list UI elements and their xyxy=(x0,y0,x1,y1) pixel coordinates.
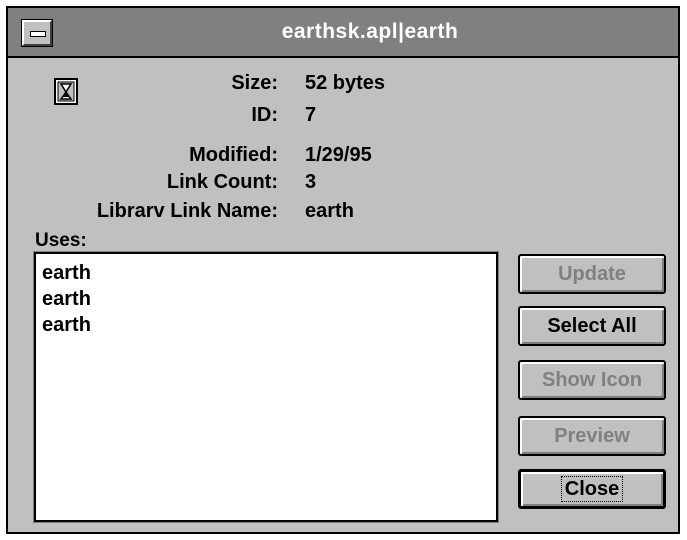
modified-label: Modified: xyxy=(189,144,278,166)
size-label: Size: xyxy=(231,72,278,94)
uses-label: Uses: xyxy=(35,230,87,251)
minus-icon xyxy=(30,31,46,37)
modified-value: 1/29/95 xyxy=(305,144,372,166)
id-value: 7 xyxy=(305,104,317,126)
list-item[interactable]: earth xyxy=(36,312,496,338)
list-item[interactable]: earth xyxy=(36,260,496,286)
library-link-name-label: Librarv Link Name: xyxy=(96,200,278,222)
close-button[interactable]: Close xyxy=(518,469,666,509)
window-title: earthsk.apl|earth xyxy=(281,20,459,43)
list-item[interactable]: earth xyxy=(36,286,496,312)
show-icon-button[interactable]: Show Icon xyxy=(518,360,666,400)
close-button-label: Close xyxy=(560,475,624,502)
link-count-value: 3 xyxy=(305,171,317,193)
properties-dialog: earthsk.apl|earth Size: 52 bytes ID: 7 M… xyxy=(6,6,680,534)
library-link-name-value: earth xyxy=(305,200,354,222)
link-count-label: Link Count: xyxy=(166,171,278,193)
size-value: 52 bytes xyxy=(305,72,386,94)
id-label: ID: xyxy=(251,104,278,126)
select-all-button[interactable]: Select All xyxy=(518,306,666,346)
system-menu-button[interactable] xyxy=(21,19,53,47)
title-bar: earthsk.apl|earth xyxy=(8,8,678,58)
preview-button[interactable]: Preview xyxy=(518,416,666,456)
uses-listbox[interactable]: earth earth earth xyxy=(33,251,499,523)
update-button[interactable]: Update xyxy=(518,254,666,294)
